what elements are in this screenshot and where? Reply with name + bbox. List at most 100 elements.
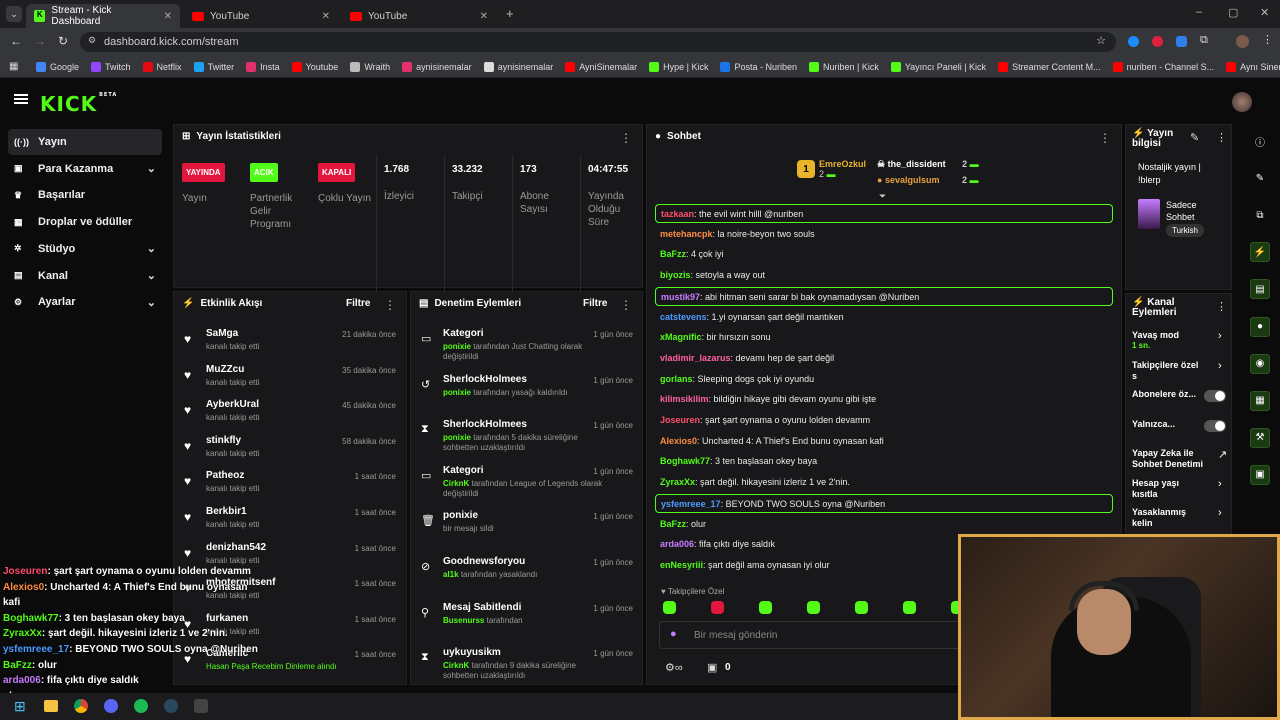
moderator-name[interactable]: CirknK xyxy=(443,661,469,670)
chat-username[interactable]: catstevens xyxy=(660,312,707,322)
moderation-filter-button[interactable]: Filtre xyxy=(583,298,607,309)
chat-username[interactable]: enNesyriii xyxy=(660,560,703,570)
file-explorer-icon[interactable] xyxy=(44,700,58,712)
channel-action-item[interactable]: Hesap yaşı kısıtla xyxy=(1132,478,1231,500)
broadcast-icon[interactable]: ◉ xyxy=(1250,353,1270,374)
minimize-icon[interactable]: – xyxy=(1196,6,1202,18)
chat-username[interactable]: Boghawk77 xyxy=(660,456,710,466)
chevron-right-icon[interactable]: › xyxy=(1218,360,1222,372)
chat-username[interactable]: mustik97 xyxy=(661,292,700,302)
tab-youtube-2[interactable]: YouTube ✕ xyxy=(342,4,496,28)
bookmark-item[interactable]: Nuriben | Kick xyxy=(808,61,879,72)
chat-menu-icon[interactable]: ⋮ xyxy=(1099,131,1111,145)
channel-action-item[interactable]: Yasaklanmış kelin xyxy=(1132,507,1231,529)
moderation-target[interactable]: ponixie xyxy=(443,510,478,521)
reload-icon[interactable]: ↻ xyxy=(58,34,68,48)
toggle-switch[interactable] xyxy=(1204,390,1226,402)
event-user[interactable]: AyberkUral xyxy=(206,399,259,410)
apps-grid-icon[interactable]: ▦ xyxy=(9,61,18,72)
bookmark-star-icon[interactable]: ☆ xyxy=(1096,34,1106,47)
close-tab-icon[interactable]: ✕ xyxy=(322,11,330,22)
bookmark-item[interactable]: Aynı Sinemalar - Ça... xyxy=(1226,61,1280,72)
sidebar-item-2[interactable]: ♛ Başarılar xyxy=(8,182,162,208)
bookmark-item[interactable]: Insta xyxy=(246,61,280,72)
event-row[interactable]: ♥ Berkbir1 kanalı takip etti 1 saat önce xyxy=(182,504,402,540)
site-info-icon[interactable]: ⚙ xyxy=(88,35,96,46)
forward-icon[interactable]: → xyxy=(34,34,46,48)
channel-action-item[interactable]: Takipçilere özel s xyxy=(1132,360,1231,382)
moderation-target[interactable]: Kategori xyxy=(443,465,484,476)
bookmark-item[interactable]: Posta - Nuriben xyxy=(720,61,797,72)
chat-username[interactable]: arda006 xyxy=(660,539,694,549)
emote-icon[interactable] xyxy=(903,601,916,614)
bookmark-item[interactable]: Hype | Kick xyxy=(649,61,708,72)
stream-info-menu-icon[interactable]: ⋮ xyxy=(1216,131,1227,144)
sidebar-item-0[interactable]: ((·)) Yayın xyxy=(8,129,162,155)
extension-icon-2[interactable] xyxy=(1152,36,1163,47)
bookmark-item[interactable]: AyniSinemalar xyxy=(565,61,637,72)
chat-icon[interactable]: ● xyxy=(1250,316,1270,337)
url-input[interactable]: ⚙ dashboard.kick.com/stream ☆ xyxy=(80,32,1116,52)
moderator-name[interactable]: Busenurss xyxy=(443,616,484,625)
event-row[interactable]: ♥ AyberkUral kanalı takip etti 45 dakika ön… xyxy=(182,397,402,433)
moderation-row[interactable]: ⧗ uykuyusikm CirknK tarafından 9 dakika sü… xyxy=(419,647,637,684)
browser-menu-icon[interactable]: ⋮ xyxy=(1262,33,1273,46)
emote-icon[interactable] xyxy=(807,601,820,614)
chat-username[interactable]: BaFzz xyxy=(660,519,686,529)
bookmark-item[interactable]: Streamer Content M... xyxy=(998,61,1101,72)
toggle-switch[interactable] xyxy=(1204,419,1226,432)
moderator-name[interactable]: ponixie xyxy=(443,342,471,351)
new-tab-icon[interactable]: + xyxy=(506,6,514,21)
event-row[interactable]: ♥ mhotermitsenf kanalı takip etti 1 saat ön… xyxy=(182,575,402,611)
app-icon[interactable] xyxy=(194,699,208,713)
chat-username[interactable]: Joseuren xyxy=(660,415,700,425)
tab-youtube-1[interactable]: YouTube ✕ xyxy=(184,4,338,28)
chevron-right-icon[interactable]: › xyxy=(1218,478,1222,490)
moderation-target[interactable]: SherlockHolmees xyxy=(443,374,527,385)
extensions-puzzle-icon[interactable]: ⧉ xyxy=(1200,34,1208,47)
bookmark-item[interactable]: aynisinemalar xyxy=(483,61,553,72)
info-icon[interactable]: ⓘ xyxy=(1250,131,1270,151)
external-link-icon[interactable]: ↗ xyxy=(1218,448,1227,461)
moderation-target[interactable]: SherlockHolmees xyxy=(443,419,527,430)
chat-username[interactable]: BaFzz xyxy=(660,249,686,259)
tab-search-icon[interactable]: ⌄ xyxy=(6,6,22,22)
hamburger-menu-icon[interactable] xyxy=(14,94,28,104)
screenshot-icon[interactable]: ⧉ xyxy=(1250,205,1270,225)
emote-icon[interactable] xyxy=(855,601,868,614)
chat-username[interactable]: ZyraxXx xyxy=(660,477,695,487)
mic-icon[interactable]: ● xyxy=(670,628,677,640)
close-window-icon[interactable]: ✕ xyxy=(1260,6,1269,19)
bookmark-item[interactable]: Twitter xyxy=(193,61,234,72)
sidebar-item-5[interactable]: ▤ Kanal ⌄ xyxy=(8,263,162,289)
moderation-row[interactable]: 🗑 ponixie bir mesajı sildi 1 gün önce xyxy=(419,510,637,550)
chat-username[interactable]: Alexios0 xyxy=(660,436,697,446)
profile-avatar-icon[interactable] xyxy=(1236,35,1249,48)
event-row[interactable]: ♥ MuZZcu kanalı takip etti 35 dakika önce xyxy=(182,362,402,398)
event-row[interactable]: ♥ SaMga kanalı takip etti 21 dakika önce xyxy=(182,326,402,362)
event-user[interactable]: MuZZcu xyxy=(206,364,244,375)
event-row[interactable]: ♥ stinkfly kanalı takip etti 58 dakika önce xyxy=(182,433,402,469)
moderation-target[interactable]: Mesaj Sabitlendi xyxy=(443,602,521,613)
bookmark-item[interactable]: aynisinemalar xyxy=(402,61,472,72)
sidebar-item-3[interactable]: ▦ Droplar ve ödüller xyxy=(8,209,162,235)
chat-username[interactable]: metehancpk xyxy=(660,229,713,239)
moderation-target[interactable]: uykuyusikm xyxy=(443,647,501,658)
tab-kick-dashboard[interactable]: K Stream - Kick Dashboard ✕ xyxy=(26,4,180,28)
channel-action-item[interactable]: Yavaş mod 1 sn. xyxy=(1132,330,1231,350)
kick-logo[interactable]: KICK BETA xyxy=(40,92,117,116)
spotify-icon[interactable] xyxy=(134,699,148,713)
event-user[interactable]: furkanen xyxy=(206,613,248,624)
moderator-name[interactable]: ponixie xyxy=(443,388,471,397)
close-tab-icon[interactable]: ✕ xyxy=(480,11,488,22)
steam-icon[interactable] xyxy=(164,699,178,713)
tool-icon[interactable]: ⚒ xyxy=(1250,427,1270,448)
chevron-right-icon[interactable]: › xyxy=(1218,507,1222,519)
sidebar-item-4[interactable]: ✲ Stüdyo ⌄ xyxy=(8,236,162,262)
edit-info-icon[interactable]: ✎ xyxy=(1190,131,1199,144)
bookmark-item[interactable]: Netflix xyxy=(142,61,182,72)
event-menu-icon[interactable]: ⋮ xyxy=(384,298,396,312)
bookmark-item[interactable]: Twitch xyxy=(91,61,131,72)
windows-start-icon[interactable]: ⊞ xyxy=(14,698,26,715)
chrome-icon[interactable] xyxy=(74,699,88,713)
